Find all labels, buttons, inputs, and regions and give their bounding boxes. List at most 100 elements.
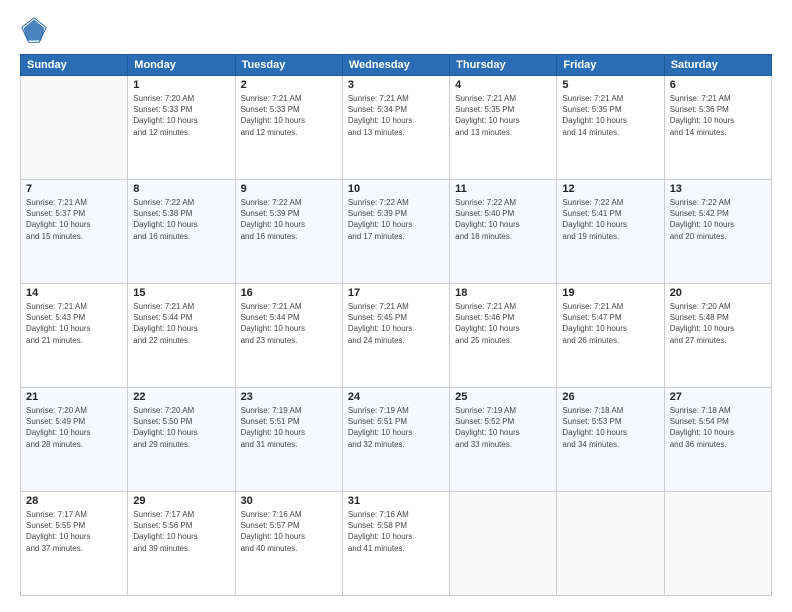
page: SundayMondayTuesdayWednesdayThursdayFrid… <box>0 0 792 612</box>
day-number: 14 <box>26 287 122 299</box>
col-header-thursday: Thursday <box>450 55 557 76</box>
calendar-cell <box>664 492 771 596</box>
day-info: Sunrise: 7:21 AM Sunset: 5:47 PM Dayligh… <box>562 301 658 346</box>
logo-icon <box>20 16 48 44</box>
calendar-cell: 20 Sunrise: 7:20 AM Sunset: 5:48 PM Dayli… <box>664 284 771 388</box>
day-info: Sunrise: 7:18 AM Sunset: 5:53 PM Dayligh… <box>562 405 658 450</box>
day-info: Sunrise: 7:19 AM Sunset: 5:51 PM Dayligh… <box>241 405 337 450</box>
day-number: 12 <box>562 183 658 195</box>
day-number: 24 <box>348 391 444 403</box>
calendar-cell: 9 Sunrise: 7:22 AM Sunset: 5:39 PM Daylig… <box>235 180 342 284</box>
day-info: Sunrise: 7:21 AM Sunset: 5:44 PM Dayligh… <box>241 301 337 346</box>
calendar-cell: 7 Sunrise: 7:21 AM Sunset: 5:37 PM Daylig… <box>21 180 128 284</box>
day-number: 5 <box>562 79 658 91</box>
day-number: 10 <box>348 183 444 195</box>
day-info: Sunrise: 7:16 AM Sunset: 5:57 PM Dayligh… <box>241 509 337 554</box>
day-info: Sunrise: 7:22 AM Sunset: 5:42 PM Dayligh… <box>670 197 766 242</box>
day-number: 31 <box>348 495 444 507</box>
week-row-2: 7 Sunrise: 7:21 AM Sunset: 5:37 PM Daylig… <box>21 180 772 284</box>
day-info: Sunrise: 7:21 AM Sunset: 5:34 PM Dayligh… <box>348 93 444 138</box>
day-number: 9 <box>241 183 337 195</box>
day-info: Sunrise: 7:21 AM Sunset: 5:35 PM Dayligh… <box>455 93 551 138</box>
calendar-cell: 19 Sunrise: 7:21 AM Sunset: 5:47 PM Dayli… <box>557 284 664 388</box>
calendar-cell: 3 Sunrise: 7:21 AM Sunset: 5:34 PM Daylig… <box>342 76 449 180</box>
day-info: Sunrise: 7:21 AM Sunset: 5:44 PM Dayligh… <box>133 301 229 346</box>
day-number: 27 <box>670 391 766 403</box>
day-info: Sunrise: 7:21 AM Sunset: 5:37 PM Dayligh… <box>26 197 122 242</box>
day-number: 25 <box>455 391 551 403</box>
calendar-cell: 2Sunrise: 7:21 AM Sunset: 5:33 PM Daylig… <box>235 76 342 180</box>
day-number: 30 <box>241 495 337 507</box>
day-number: 8 <box>133 183 229 195</box>
day-info: Sunrise: 7:17 AM Sunset: 5:55 PM Dayligh… <box>26 509 122 554</box>
calendar-cell: 28 Sunrise: 7:17 AM Sunset: 5:55 PM Dayli… <box>21 492 128 596</box>
day-info: Sunrise: 7:20 AM Sunset: 5:49 PM Dayligh… <box>26 405 122 450</box>
day-number: 21 <box>26 391 122 403</box>
day-number: 22 <box>133 391 229 403</box>
day-number: 11 <box>455 183 551 195</box>
day-number: 23 <box>241 391 337 403</box>
day-number: 3 <box>348 79 444 91</box>
calendar-cell: 22Sunrise: 7:20 AM Sunset: 5:50 PM Dayli… <box>128 388 235 492</box>
calendar-cell <box>21 76 128 180</box>
day-info: Sunrise: 7:21 AM Sunset: 5:45 PM Dayligh… <box>348 301 444 346</box>
day-number: 7 <box>26 183 122 195</box>
col-header-sunday: Sunday <box>21 55 128 76</box>
calendar-cell: 30 Sunrise: 7:16 AM Sunset: 5:57 PM Dayli… <box>235 492 342 596</box>
day-number: 15 <box>133 287 229 299</box>
calendar-cell: 4 Sunrise: 7:21 AM Sunset: 5:35 PM Daylig… <box>450 76 557 180</box>
day-info: Sunrise: 7:16 AM Sunset: 5:58 PM Dayligh… <box>348 509 444 554</box>
day-number: 18 <box>455 287 551 299</box>
col-header-wednesday: Wednesday <box>342 55 449 76</box>
calendar-cell: 5 Sunrise: 7:21 AM Sunset: 5:35 PM Daylig… <box>557 76 664 180</box>
calendar-cell: 12 Sunrise: 7:22 AM Sunset: 5:41 PM Dayli… <box>557 180 664 284</box>
week-row-5: 28 Sunrise: 7:17 AM Sunset: 5:55 PM Dayli… <box>21 492 772 596</box>
col-header-tuesday: Tuesday <box>235 55 342 76</box>
day-number: 16 <box>241 287 337 299</box>
calendar-cell: 16 Sunrise: 7:21 AM Sunset: 5:44 PM Dayli… <box>235 284 342 388</box>
header <box>20 16 772 44</box>
calendar-cell <box>450 492 557 596</box>
calendar-cell: 18 Sunrise: 7:21 AM Sunset: 5:46 PM Dayli… <box>450 284 557 388</box>
day-info: Sunrise: 7:19 AM Sunset: 5:51 PM Dayligh… <box>348 405 444 450</box>
day-info: Sunrise: 7:22 AM Sunset: 5:41 PM Dayligh… <box>562 197 658 242</box>
calendar-cell: 27Sunrise: 7:18 AM Sunset: 5:54 PM Dayli… <box>664 388 771 492</box>
day-number: 17 <box>348 287 444 299</box>
week-row-3: 14 Sunrise: 7:21 AM Sunset: 5:43 PM Dayli… <box>21 284 772 388</box>
day-info: Sunrise: 7:21 AM Sunset: 5:43 PM Dayligh… <box>26 301 122 346</box>
calendar-cell: 29 Sunrise: 7:17 AM Sunset: 5:56 PM Dayli… <box>128 492 235 596</box>
day-info: Sunrise: 7:21 AM Sunset: 5:46 PM Dayligh… <box>455 301 551 346</box>
day-number: 1 <box>133 79 229 91</box>
calendar-table: SundayMondayTuesdayWednesdayThursdayFrid… <box>20 54 772 596</box>
calendar-cell: 21 Sunrise: 7:20 AM Sunset: 5:49 PM Dayli… <box>21 388 128 492</box>
day-info: Sunrise: 7:20 AM Sunset: 5:33 PM Dayligh… <box>133 93 229 138</box>
day-info: Sunrise: 7:17 AM Sunset: 5:56 PM Dayligh… <box>133 509 229 554</box>
day-number: 28 <box>26 495 122 507</box>
day-info: Sunrise: 7:19 AM Sunset: 5:52 PM Dayligh… <box>455 405 551 450</box>
calendar-cell: 8 Sunrise: 7:22 AM Sunset: 5:38 PM Daylig… <box>128 180 235 284</box>
col-header-saturday: Saturday <box>664 55 771 76</box>
col-header-monday: Monday <box>128 55 235 76</box>
calendar-cell: 31 Sunrise: 7:16 AM Sunset: 5:58 PM Dayli… <box>342 492 449 596</box>
calendar-cell: 10 Sunrise: 7:22 AM Sunset: 5:39 PM Dayli… <box>342 180 449 284</box>
calendar-cell: 17 Sunrise: 7:21 AM Sunset: 5:45 PM Dayli… <box>342 284 449 388</box>
calendar-cell: 14 Sunrise: 7:21 AM Sunset: 5:43 PM Dayli… <box>21 284 128 388</box>
day-number: 2 <box>241 79 337 91</box>
calendar-cell: 25 Sunrise: 7:19 AM Sunset: 5:52 PM Dayli… <box>450 388 557 492</box>
day-number: 19 <box>562 287 658 299</box>
day-number: 20 <box>670 287 766 299</box>
day-info: Sunrise: 7:20 AM Sunset: 5:48 PM Dayligh… <box>670 301 766 346</box>
week-row-4: 21 Sunrise: 7:20 AM Sunset: 5:49 PM Dayli… <box>21 388 772 492</box>
day-info: Sunrise: 7:21 AM Sunset: 5:36 PM Dayligh… <box>670 93 766 138</box>
day-info: Sunrise: 7:22 AM Sunset: 5:40 PM Dayligh… <box>455 197 551 242</box>
day-info: Sunrise: 7:22 AM Sunset: 5:39 PM Dayligh… <box>348 197 444 242</box>
day-number: 29 <box>133 495 229 507</box>
day-number: 4 <box>455 79 551 91</box>
calendar-cell: 13Sunrise: 7:22 AM Sunset: 5:42 PM Dayli… <box>664 180 771 284</box>
day-info: Sunrise: 7:22 AM Sunset: 5:38 PM Dayligh… <box>133 197 229 242</box>
calendar-cell: 1 Sunrise: 7:20 AM Sunset: 5:33 PM Daylig… <box>128 76 235 180</box>
day-info: Sunrise: 7:22 AM Sunset: 5:39 PM Dayligh… <box>241 197 337 242</box>
calendar-cell: 11 Sunrise: 7:22 AM Sunset: 5:40 PM Dayli… <box>450 180 557 284</box>
day-info: Sunrise: 7:21 AM Sunset: 5:35 PM Dayligh… <box>562 93 658 138</box>
calendar-header-row: SundayMondayTuesdayWednesdayThursdayFrid… <box>21 55 772 76</box>
